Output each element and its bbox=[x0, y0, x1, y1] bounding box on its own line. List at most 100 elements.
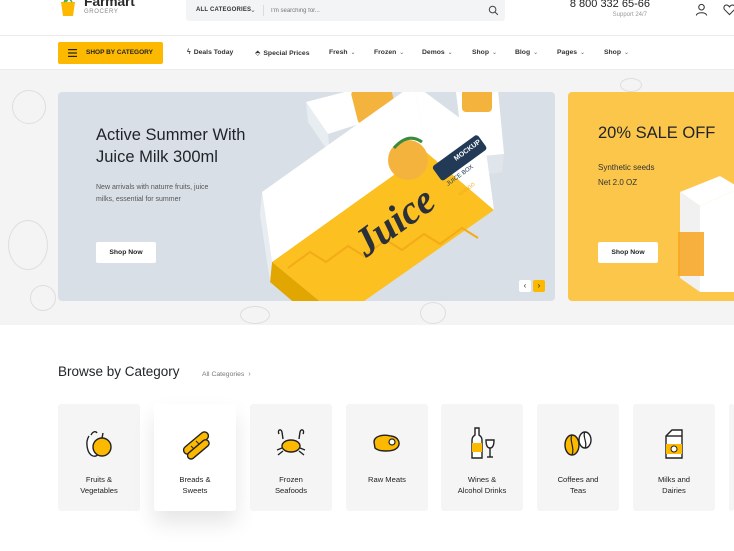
tag-icon: ⬘ bbox=[255, 50, 261, 57]
nav-item-label: Shop bbox=[604, 49, 621, 56]
phone-number: 8 800 332 65-66 bbox=[569, 0, 650, 10]
chevron-right-icon: › bbox=[248, 371, 251, 378]
nav-item-label: Special Prices bbox=[263, 50, 310, 57]
wine-icon bbox=[471, 427, 495, 459]
meat-icon bbox=[373, 434, 400, 452]
category-card-wines[interactable]: Wines & Alcohol Drinks bbox=[441, 404, 523, 511]
nav-item-label: Pages bbox=[557, 49, 578, 56]
slider-prev-button[interactable]: ‹ bbox=[519, 280, 531, 292]
category-card-coffees[interactable]: Coffees and Teas bbox=[537, 404, 619, 511]
main-navigation: SHOP BY CATEGORY ϟ Deals Today ⬘ Special P… bbox=[0, 37, 734, 70]
background-doodle bbox=[420, 302, 446, 324]
milk-carton-icon bbox=[665, 429, 683, 459]
brand-subtitle: GROCERY bbox=[84, 9, 119, 15]
chevron-down-icon: ⌄ bbox=[447, 50, 453, 56]
category-label-line1: Breads & bbox=[179, 475, 211, 484]
hero-main-desc-line2: milks, essential for summer bbox=[96, 196, 181, 203]
menu-icon bbox=[68, 49, 77, 57]
category-label-line1: Milks and bbox=[657, 475, 691, 484]
search-category-select[interactable]: ALL CATEGORIES bbox=[196, 7, 251, 13]
shop-now-button[interactable]: Shop Now bbox=[96, 242, 156, 263]
all-categories-link[interactable]: All Categories › bbox=[202, 371, 251, 378]
search-input[interactable] bbox=[271, 4, 471, 17]
nav-demos[interactable]: Demos ⌄ bbox=[422, 49, 453, 56]
nav-special-prices[interactable]: ⬘ Special Prices bbox=[255, 49, 310, 57]
top-header: Farmart GROCERY ALL CATEGORIES ⌄ 8 800 3… bbox=[0, 0, 734, 36]
category-card-raw-meats[interactable]: Raw Meats bbox=[346, 404, 428, 511]
background-doodle bbox=[12, 90, 46, 124]
category-label: Breads & Sweets bbox=[154, 474, 236, 496]
hero-main-title-line2: Juice Milk 300ml bbox=[96, 148, 218, 166]
category-card-partial[interactable] bbox=[729, 404, 734, 511]
nav-item-label: Demos bbox=[422, 49, 445, 56]
coffee-beans-icon bbox=[564, 431, 592, 456]
category-label: Raw Meats bbox=[346, 474, 428, 485]
basket-logo-icon bbox=[61, 0, 75, 16]
background-doodle bbox=[240, 306, 270, 324]
category-label-line1: Frozen bbox=[279, 475, 303, 484]
nav-pages[interactable]: Pages ⌄ bbox=[557, 49, 585, 56]
category-label-line2: Dairies bbox=[662, 486, 686, 495]
hero-main-description: New arrivals with naturre fruits, juice … bbox=[96, 182, 241, 206]
category-label: Wines & Alcohol Drinks bbox=[441, 474, 523, 496]
sale-desc-line1: Synthetic seeds bbox=[598, 163, 655, 172]
browse-category-title: Browse by Category bbox=[58, 364, 180, 379]
search-divider bbox=[263, 5, 264, 16]
category-card-milks[interactable]: Milks and Dairies bbox=[633, 404, 715, 511]
search-icon[interactable] bbox=[488, 5, 499, 16]
chevron-down-icon: ⌄ bbox=[624, 50, 630, 56]
chevron-down-icon: ⌄ bbox=[533, 50, 539, 56]
all-categories-label: All Categories bbox=[202, 371, 245, 378]
shop-by-category-button[interactable]: SHOP BY CATEGORY bbox=[58, 42, 163, 64]
category-label: Fruits & Vegetables bbox=[58, 474, 140, 496]
nav-item-label: Shop bbox=[472, 49, 489, 56]
nav-fresh[interactable]: Fresh ⌄ bbox=[329, 49, 356, 56]
category-card-fruits[interactable]: Fruits & Vegetables bbox=[58, 404, 140, 511]
nav-shop-2[interactable]: Shop ⌄ bbox=[604, 49, 629, 56]
chevron-down-icon: ⌄ bbox=[492, 50, 498, 56]
nav-item-label: Blog bbox=[515, 49, 531, 56]
category-label: Frozen Seafoods bbox=[250, 474, 332, 496]
hero-main-title: Active Summer With Juice Milk 300ml bbox=[96, 124, 296, 168]
support-text: Support 24/7 bbox=[612, 12, 647, 18]
chevron-down-icon: ⌄ bbox=[350, 50, 356, 56]
nav-item-label: Deals Today bbox=[193, 49, 234, 56]
crab-icon bbox=[276, 429, 306, 456]
nav-item-label: Fresh bbox=[329, 49, 348, 56]
category-label-line1: Coffees and bbox=[557, 475, 599, 484]
slider-next-button[interactable]: › bbox=[533, 280, 545, 292]
category-card-frozen[interactable]: Frozen Seafoods bbox=[250, 404, 332, 511]
sale-description: Synthetic seeds Net 2.0 OZ bbox=[598, 160, 708, 190]
chevron-down-icon: ⌄ bbox=[399, 50, 405, 56]
category-label-line2: Vegetables bbox=[80, 486, 118, 495]
nav-shop[interactable]: Shop ⌄ bbox=[472, 49, 497, 56]
heart-icon[interactable] bbox=[723, 3, 734, 16]
nav-blog[interactable]: Blog ⌄ bbox=[515, 49, 538, 56]
category-label-line2: Alcohol Drinks bbox=[457, 486, 507, 495]
shop-now-button[interactable]: Shop Now bbox=[598, 242, 658, 263]
category-label: Milks and Dairies bbox=[633, 474, 715, 496]
nav-item-label: Frozen bbox=[374, 49, 397, 56]
category-label-line2: Sweets bbox=[182, 486, 208, 495]
nav-frozen[interactable]: Frozen ⌄ bbox=[374, 49, 404, 56]
chevron-down-icon: ⌄ bbox=[250, 7, 256, 14]
category-label-line1: Fruits & bbox=[85, 475, 113, 484]
category-label: Coffees and Teas bbox=[537, 474, 619, 496]
hero-slide-side: 20% SALE OFF Synthetic seeds Net 2.0 OZ … bbox=[568, 92, 734, 301]
category-label-line2: Teas bbox=[569, 486, 587, 495]
category-label-line1: Wines & bbox=[467, 475, 497, 484]
hero-slide-main: Juice MOCKUP JUICE BOX MANGO Active Summ… bbox=[58, 92, 555, 301]
bread-icon bbox=[182, 431, 210, 460]
fruits-icon bbox=[86, 431, 112, 457]
background-doodle bbox=[620, 78, 642, 92]
bolt-icon: ϟ bbox=[187, 49, 191, 56]
user-icon[interactable] bbox=[695, 3, 708, 16]
nav-deals-today[interactable]: ϟ Deals Today bbox=[187, 49, 233, 56]
category-card-breads[interactable]: Breads & Sweets bbox=[154, 404, 236, 511]
hero-main-title-line1: Active Summer With bbox=[96, 126, 246, 144]
sale-title: 20% SALE OFF bbox=[598, 124, 716, 142]
category-label-line1: Raw Meats bbox=[368, 475, 406, 484]
logo[interactable]: Farmart GROCERY bbox=[58, 0, 148, 24]
search-bar: ALL CATEGORIES ⌄ bbox=[186, 0, 505, 21]
shop-by-category-label: SHOP BY CATEGORY bbox=[86, 49, 153, 56]
